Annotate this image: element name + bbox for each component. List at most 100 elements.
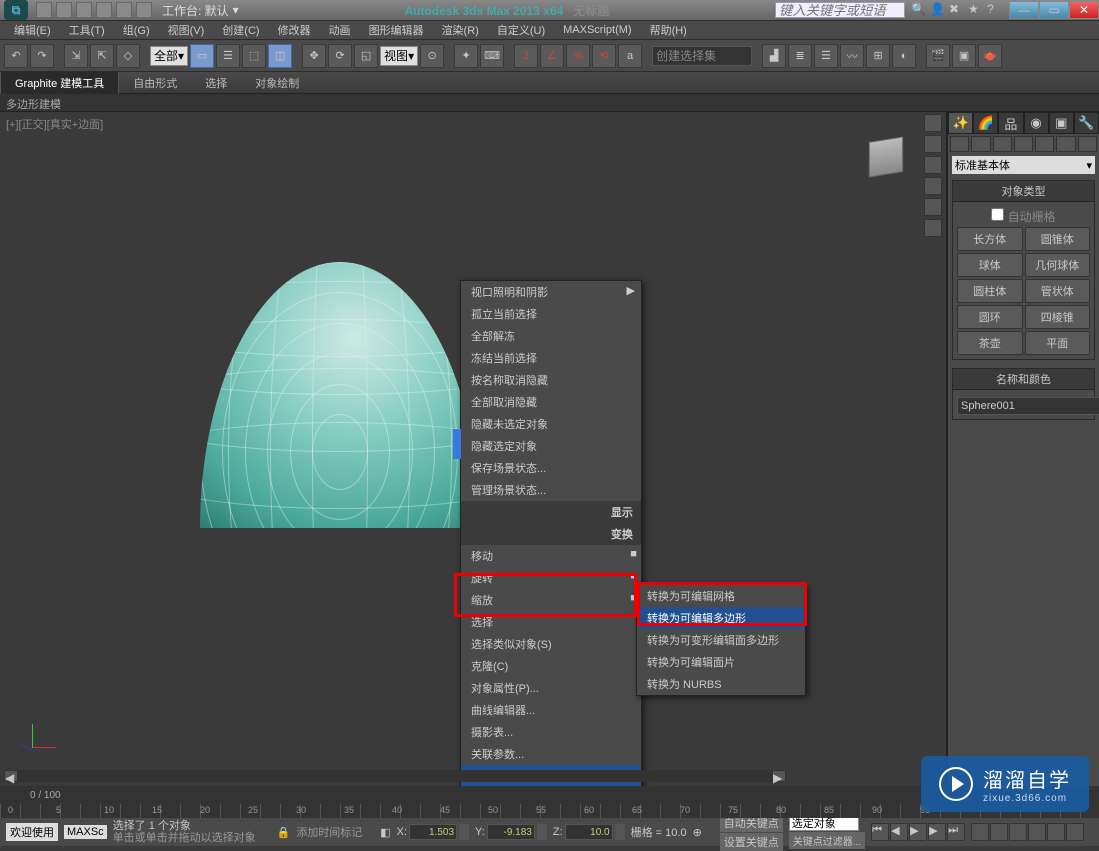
systems-icon[interactable] <box>1078 136 1097 152</box>
ctx-item[interactable]: 全部取消隐藏 <box>461 391 641 413</box>
scroll-left-icon[interactable]: ◀ <box>4 770 18 782</box>
tab-graphite[interactable]: Graphite 建模工具 <box>0 71 119 94</box>
ctx-sub-item[interactable]: 转换为可编辑网格 <box>637 585 805 607</box>
rollout-header-name[interactable]: 名称和颜色 <box>953 369 1094 390</box>
object-type-button[interactable]: 几何球体 <box>1025 253 1091 277</box>
rollout-header[interactable]: 对象类型 <box>953 181 1094 202</box>
viewcube[interactable] <box>856 130 916 190</box>
ctx-item[interactable]: 视口照明和阴影▶ <box>461 281 641 303</box>
utilities-icon[interactable] <box>924 219 942 237</box>
object-type-button[interactable]: 球体 <box>957 253 1023 277</box>
helpers-icon[interactable] <box>1035 136 1054 152</box>
rotate-icon[interactable]: ⟳ <box>328 44 352 68</box>
tab-selection[interactable]: 选择 <box>191 72 241 94</box>
help-search-input[interactable] <box>775 2 905 18</box>
ctx-item[interactable]: 隐藏未选定对象 <box>461 413 641 435</box>
help-icon[interactable]: ? <box>987 2 1003 18</box>
ref-coord-system[interactable]: 视图 ▾ <box>380 46 418 66</box>
keyboard-icon[interactable]: ⌨ <box>480 44 504 68</box>
select-icon[interactable]: ▭ <box>190 44 214 68</box>
menu-maxscript[interactable]: MAXScript(M) <box>555 22 639 38</box>
menu-grapheditors[interactable]: 图形编辑器 <box>361 20 432 40</box>
ribbon-panel-label[interactable]: 多边形建模 <box>6 99 61 111</box>
zoom-icon[interactable] <box>971 823 989 841</box>
lock-icon[interactable]: 🔒 <box>277 826 291 839</box>
minimize-button[interactable]: — <box>1009 1 1039 19</box>
spinner-snap-icon[interactable]: ⟲ <box>592 44 616 68</box>
favorite-icon[interactable]: ★ <box>968 2 984 18</box>
maximize-viewport-icon[interactable] <box>1066 823 1084 841</box>
object-type-button[interactable]: 圆柱体 <box>957 279 1023 303</box>
signin-icon[interactable]: 👤 <box>930 2 946 18</box>
camera-icon[interactable] <box>924 177 942 195</box>
lights-icon[interactable] <box>993 136 1012 152</box>
snap-toggle-icon[interactable]: 3 <box>514 44 538 68</box>
ctx-sub-item[interactable]: 转换为 NURBS <box>637 673 805 695</box>
render-frame-icon[interactable]: ▣ <box>952 44 976 68</box>
object-type-button[interactable]: 长方体 <box>957 227 1023 251</box>
object-type-button[interactable]: 茶壶 <box>957 331 1023 355</box>
tab-hierarchy-icon[interactable]: 品 <box>998 112 1023 134</box>
render-icon[interactable]: 🫖 <box>978 44 1002 68</box>
ortho-icon[interactable]: a <box>618 44 642 68</box>
object-type-button[interactable]: 平面 <box>1025 331 1091 355</box>
isolate-icon[interactable]: ◧ <box>380 826 390 839</box>
ctx-item[interactable]: 移动■ <box>461 545 641 567</box>
angle-snap-icon[interactable]: ∠ <box>540 44 564 68</box>
tab-utilities-icon[interactable]: 🔧 <box>1074 112 1099 134</box>
coord-y-input[interactable] <box>487 824 535 840</box>
zoom-all-icon[interactable] <box>990 823 1008 841</box>
menu-customize[interactable]: 自定义(U) <box>489 20 553 40</box>
spacewarps-icon[interactable] <box>1056 136 1075 152</box>
layers-icon[interactable]: ☰ <box>814 44 838 68</box>
undo-icon[interactable]: ↶ <box>4 44 28 68</box>
menu-group[interactable]: 组(G) <box>115 20 158 40</box>
tab-freeform[interactable]: 自由形式 <box>119 72 191 94</box>
goto-end-icon[interactable]: ⏭ <box>947 823 965 841</box>
prev-frame-icon[interactable]: ◀ <box>890 823 908 841</box>
add-time-tag[interactable]: 添加时间标记 <box>296 824 362 840</box>
tab-objectpaint[interactable]: 对象绘制 <box>241 72 313 94</box>
key-filters-button[interactable]: 关键点过滤器... <box>789 832 865 849</box>
fov-icon[interactable] <box>1047 823 1065 841</box>
play-icon[interactable]: ▶ <box>909 823 927 841</box>
ctx-item[interactable]: 保存场景状态... <box>461 457 641 479</box>
menu-tools[interactable]: 工具(T) <box>61 20 113 40</box>
setkey-button[interactable]: 设置关键点 <box>720 833 783 851</box>
ctx-item[interactable]: 冻结当前选择 <box>461 347 641 369</box>
object-type-button[interactable]: 圆锥体 <box>1025 227 1091 251</box>
qat-undo-icon[interactable] <box>96 2 112 18</box>
exchange-icon[interactable]: ✖ <box>949 2 965 18</box>
ctx-item[interactable]: 孤立当前选择 <box>461 303 641 325</box>
object-type-button[interactable]: 管状体 <box>1025 279 1091 303</box>
brush-icon[interactable] <box>924 135 942 153</box>
qat-link-icon[interactable] <box>136 2 152 18</box>
geometry-icon[interactable] <box>950 136 969 152</box>
category-dropdown[interactable]: 标准基本体▾ <box>952 156 1095 174</box>
coord-x-input[interactable] <box>409 824 457 840</box>
selection-filter[interactable]: 全部 ▾ <box>150 46 188 66</box>
ctx-sub-item[interactable]: 转换为可编辑面片 <box>637 651 805 673</box>
percent-snap-icon[interactable]: % <box>566 44 590 68</box>
pivot-icon[interactable]: ⊙ <box>420 44 444 68</box>
light-icon[interactable] <box>924 114 942 132</box>
qat-new-icon[interactable] <box>36 2 52 18</box>
select-region-icon[interactable]: ⬚ <box>242 44 266 68</box>
named-selection-set[interactable]: 创建选择集 <box>652 46 752 66</box>
qat-save-icon[interactable] <box>76 2 92 18</box>
move-icon[interactable]: ✥ <box>302 44 326 68</box>
viewport-label[interactable]: [+][正交][真实+边面] <box>6 116 103 132</box>
ctx-item[interactable]: 旋转■ <box>461 567 641 589</box>
ctx-item[interactable]: 曲线编辑器... <box>461 699 641 721</box>
app-icon[interactable]: ⧉ <box>4 0 28 20</box>
qat-redo-icon[interactable] <box>116 2 132 18</box>
ctx-item[interactable]: 缩放■ <box>461 589 641 611</box>
object-type-button[interactable]: 圆环 <box>957 305 1023 329</box>
menu-help[interactable]: 帮助(H) <box>642 20 695 40</box>
tab-display-icon[interactable]: ▣ <box>1049 112 1074 134</box>
object-type-button[interactable]: 四棱锥 <box>1025 305 1091 329</box>
autogrid-checkbox[interactable] <box>991 208 1004 221</box>
next-frame-icon[interactable]: ▶ <box>928 823 946 841</box>
ctx-item[interactable]: 克隆(C) <box>461 655 641 677</box>
hierarchy-icon[interactable] <box>924 156 942 174</box>
